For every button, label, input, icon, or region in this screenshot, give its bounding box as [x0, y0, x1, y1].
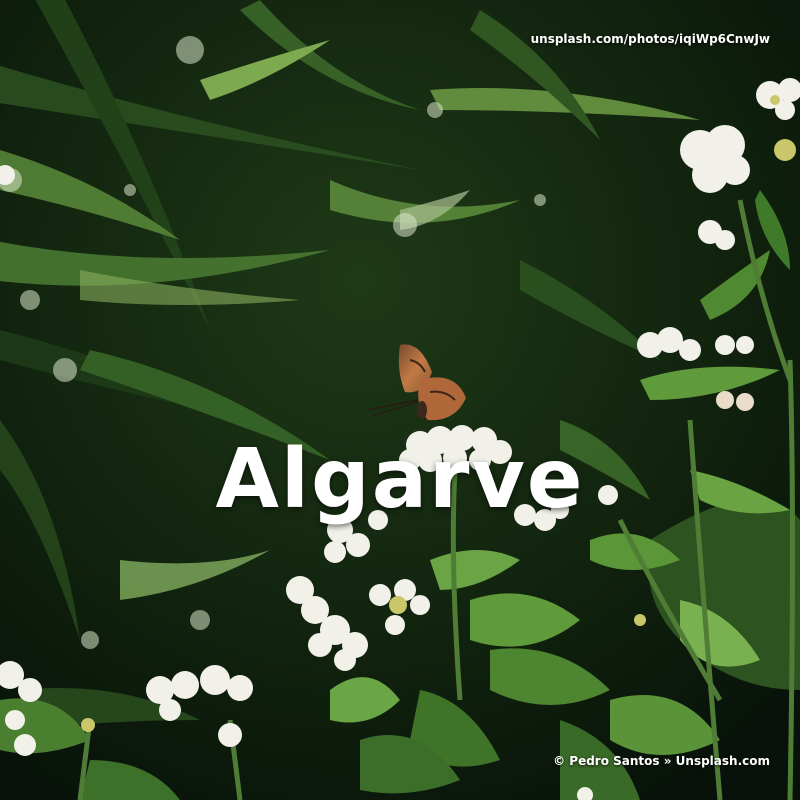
nature-photo — [0, 0, 800, 800]
overlay-title: Algarve — [215, 432, 585, 527]
photo-credit: © Pedro Santos » Unsplash.com — [553, 754, 770, 768]
photo-source-url: unsplash.com/photos/iqiWp6CnwJw — [530, 32, 770, 46]
photo-card: unsplash.com/photos/iqiWp6CnwJw Algarve … — [0, 0, 800, 800]
